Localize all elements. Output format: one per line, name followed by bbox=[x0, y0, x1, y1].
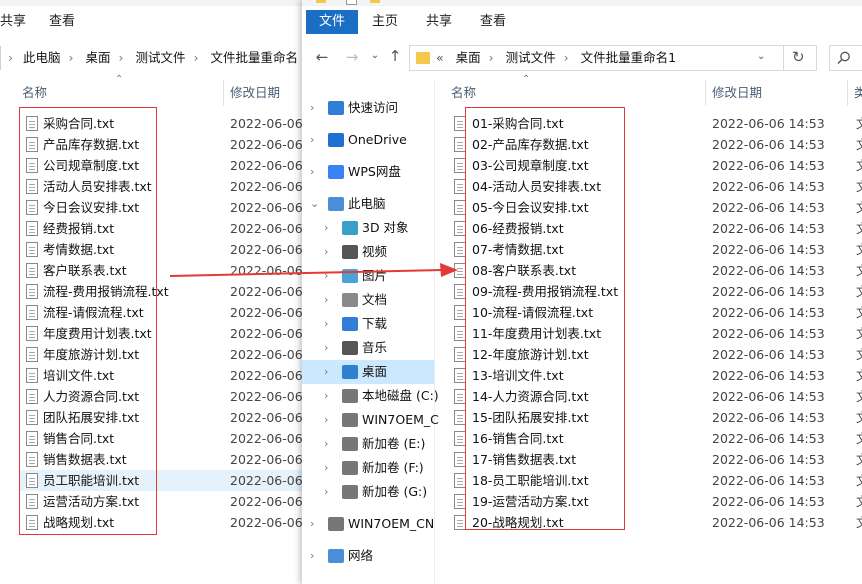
arrow-line bbox=[169, 269, 443, 277]
arrow-overlay bbox=[169, 263, 458, 277]
arrow-head-icon bbox=[440, 263, 458, 277]
